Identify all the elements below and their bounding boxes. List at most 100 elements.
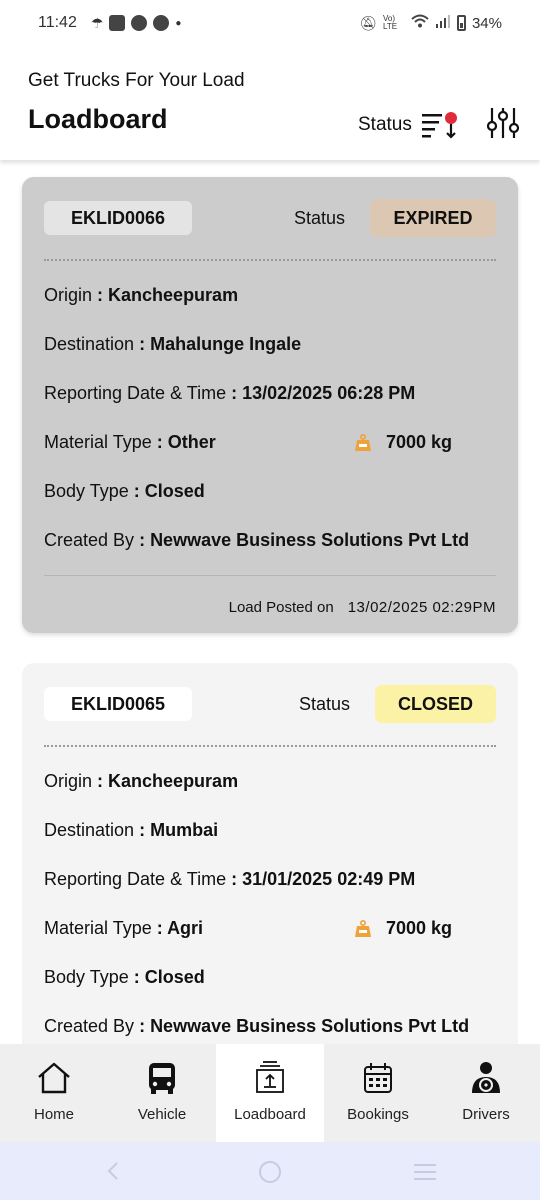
calendar-icon	[364, 1063, 392, 1093]
load-list[interactable]: EKLID0066 Status EXPIRED Origin : Kanche…	[0, 160, 540, 1044]
destination-label: Destination	[44, 334, 135, 354]
nav-label: Drivers	[462, 1106, 510, 1123]
weight-value: 7000 kg	[386, 432, 453, 452]
material-row: Material Type : Other	[44, 432, 216, 453]
body-value: Closed	[144, 481, 205, 501]
destination-label: Destination	[44, 820, 135, 840]
reporting-value: 13/02/2025 06:28 PM	[242, 383, 416, 403]
created-by-label: Created By	[44, 530, 135, 550]
back-icon[interactable]	[104, 1162, 122, 1180]
bottom-nav: Home Vehicle Loadboard Bookings Drivers	[0, 1044, 540, 1142]
home-icon	[38, 1062, 70, 1094]
status-filter-button[interactable]: Status	[358, 110, 460, 140]
material-row: Material Type : Agri	[44, 918, 203, 939]
created-by-value: Newwave Business Solutions Pvt Ltd	[150, 1016, 470, 1036]
origin-label: Origin	[44, 771, 93, 791]
destination-row: Destination : Mumbai	[44, 820, 218, 841]
load-card[interactable]: EKLID0065 Status CLOSED Origin : Kanchee…	[22, 663, 518, 1044]
clock: 11:42	[38, 14, 77, 31]
reporting-row: Reporting Date & Time : 31/01/2025 02:49…	[44, 869, 415, 890]
nav-drivers[interactable]: Drivers	[432, 1044, 540, 1142]
loadboard-icon	[256, 1061, 284, 1093]
wifi-icon	[411, 14, 429, 32]
nav-label: Vehicle	[137, 1106, 187, 1123]
filter-sliders-icon[interactable]	[486, 106, 520, 140]
status-label: Status	[294, 208, 346, 228]
driver-icon	[472, 1062, 500, 1093]
separator: :	[156, 432, 168, 452]
weight-info: 7000 kg	[354, 918, 452, 939]
created-by-value: Newwave Business Solutions Pvt Ltd	[150, 530, 470, 550]
status-label: Status	[299, 694, 351, 714]
separator: :	[139, 334, 151, 354]
body-row: Body Type : Closed	[44, 481, 205, 502]
mute-icon: 🔕︎	[359, 14, 377, 31]
status-badge: EXPIRED	[370, 199, 496, 237]
page-subtitle: Get Trucks For Your Load	[28, 70, 245, 91]
separator: :	[133, 967, 145, 987]
location-icon: ☂	[90, 14, 104, 31]
posted-on-label: Load Posted on	[228, 599, 334, 616]
destination-value: Mumbai	[150, 820, 219, 840]
body-label: Body Type	[44, 967, 129, 987]
home-button-icon[interactable]	[258, 1160, 282, 1184]
reporting-value: 31/01/2025 02:49 PM	[242, 869, 416, 889]
bus-icon	[149, 1063, 175, 1094]
reporting-row: Reporting Date & Time : 13/02/2025 06:28…	[44, 383, 415, 404]
load-card[interactable]: EKLID0066 Status EXPIRED Origin : Kanche…	[22, 177, 518, 633]
separator: :	[231, 869, 243, 889]
created-by-label: Created By	[44, 1016, 135, 1036]
app-icon	[131, 15, 148, 31]
separator: :	[156, 918, 168, 938]
divider	[44, 745, 496, 747]
destination-row: Destination : Mahalunge Ingale	[44, 334, 301, 355]
material-label: Material Type	[44, 918, 152, 938]
battery-percent: 34%	[471, 14, 502, 32]
material-value: Other	[167, 432, 216, 452]
divider	[44, 575, 496, 576]
material-label: Material Type	[44, 432, 152, 452]
message-icon	[109, 15, 126, 31]
app-header: Get Trucks For Your Load Loadboard Statu…	[0, 46, 540, 160]
more-dot-icon: ●	[175, 17, 182, 29]
body-row: Body Type : Closed	[44, 967, 205, 988]
app-icon	[153, 15, 170, 31]
posted-on-value: 13/02/2025 02:29PM	[347, 599, 496, 616]
separator: :	[139, 820, 151, 840]
nav-home[interactable]: Home	[0, 1044, 108, 1142]
weight-icon	[355, 433, 371, 451]
nav-vehicle[interactable]: Vehicle	[108, 1044, 216, 1142]
nav-label: Loadboard	[234, 1106, 306, 1123]
separator: :	[97, 771, 109, 791]
notification-icons: ☂ ●	[90, 14, 182, 32]
origin-row: Origin : Kancheepuram	[44, 285, 238, 306]
status-badge: CLOSED	[375, 685, 496, 723]
network-label: Vo) LTE	[382, 14, 398, 31]
body-label: Body Type	[44, 481, 129, 501]
status-bar: 11:42 ☂ ● 🔕︎ Vo) LTE 34%	[0, 0, 540, 46]
posted-on: Load Posted on 13/02/2025 02:29PM	[229, 599, 496, 616]
signal-icon	[435, 14, 451, 32]
origin-value: Kancheepuram	[108, 771, 239, 791]
load-id: EKLID0065	[44, 687, 192, 721]
sort-filter-icon	[421, 112, 457, 139]
separator: :	[139, 1016, 151, 1036]
page-title: Loadboard	[28, 104, 168, 134]
weight-icon	[355, 919, 371, 937]
nav-loadboard[interactable]: Loadboard	[216, 1044, 324, 1142]
recents-icon[interactable]	[412, 1162, 438, 1182]
load-id: EKLID0066	[44, 201, 192, 235]
nav-label: Bookings	[347, 1106, 409, 1123]
weight-value: 7000 kg	[386, 918, 453, 938]
weight-info: 7000 kg	[354, 432, 452, 453]
origin-label: Origin	[44, 285, 93, 305]
material-value: Agri	[167, 918, 204, 938]
separator: :	[231, 383, 243, 403]
created-by-row: Created By : Newwave Business Solutions …	[44, 530, 469, 551]
destination-value: Mahalunge Ingale	[150, 334, 302, 354]
status-filter-label: Status	[358, 114, 412, 135]
origin-row: Origin : Kancheepuram	[44, 771, 238, 792]
created-by-row: Created By : Newwave Business Solutions …	[44, 1016, 469, 1037]
nav-bookings[interactable]: Bookings	[324, 1044, 432, 1142]
body-value: Closed	[144, 967, 205, 987]
